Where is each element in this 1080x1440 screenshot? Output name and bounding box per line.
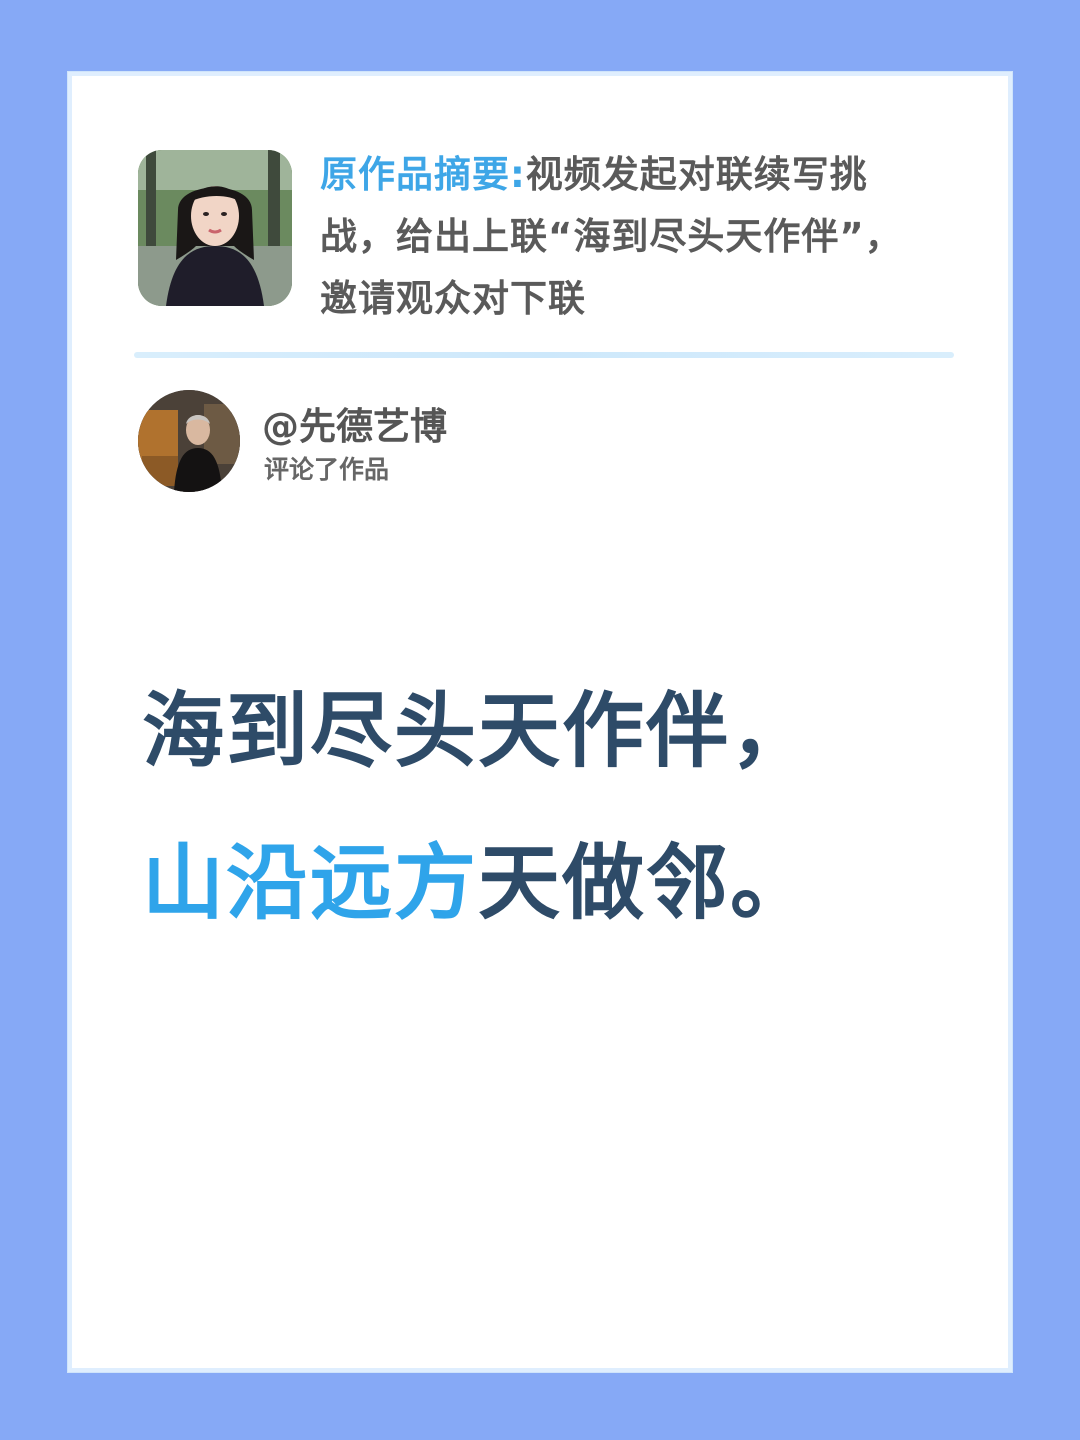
avatar[interactable] (138, 390, 240, 492)
original-work-summary[interactable]: 原作品摘要:视频发起对联续写挑战，给出上联“海到尽头天作伴”，邀请观众对下联 (138, 150, 948, 320)
commenter-name[interactable]: @先德艺博 (262, 396, 447, 450)
commenter-info[interactable]: @先德艺博 评论了作品 (138, 390, 638, 500)
couplet-line-2-rest: 天做邻。 (478, 836, 815, 931)
summary-label: 原作品摘要: (320, 153, 526, 196)
couplet-line-1: 海到尽头天作伴， (142, 684, 815, 779)
couplet-line-2-highlight: 山沿远方 (142, 836, 479, 931)
divider (134, 352, 954, 358)
comment-card: 原作品摘要:视频发起对联续写挑战，给出上联“海到尽头天作伴”，邀请观众对下联 @… (68, 72, 1012, 1372)
original-work-thumbnail[interactable] (138, 150, 292, 306)
couplet-line-2: 山沿远方天做邻。 (142, 808, 942, 960)
couplet-text: 海到尽头天作伴， 山沿远方天做邻。 (142, 656, 942, 960)
comment-action-label: 评论了作品 (264, 455, 390, 484)
summary-text-block: 原作品摘要:视频发起对联续写挑战，给出上联“海到尽头天作伴”，邀请观众对下联 (320, 144, 930, 330)
